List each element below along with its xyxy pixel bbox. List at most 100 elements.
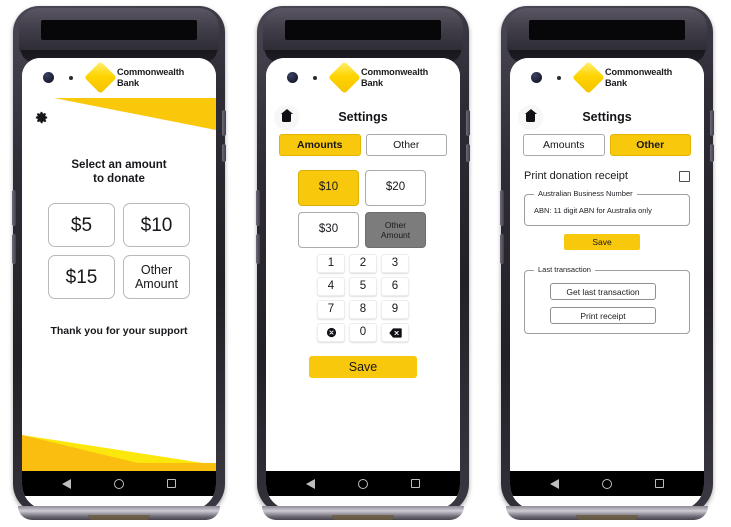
back-icon[interactable] — [549, 478, 559, 489]
amount-button-other[interactable]: Other Amount — [123, 255, 190, 299]
key-9[interactable]: 9 — [381, 300, 409, 319]
bank-logo: Commonwealth Bank — [84, 61, 185, 94]
key-3[interactable]: 3 — [381, 254, 409, 273]
home-icon[interactable] — [357, 478, 368, 489]
sensor-icon — [313, 76, 317, 80]
power-button[interactable] — [710, 110, 714, 136]
status-bar: Commonwealth Bank — [266, 58, 460, 98]
cba-diamond-icon — [328, 61, 361, 94]
backspace-icon — [388, 327, 402, 338]
preset-amount-10[interactable]: $10 — [298, 170, 359, 206]
print-receipt-label: Print donation receipt — [524, 170, 628, 182]
volume-up-button[interactable] — [256, 190, 260, 226]
preset-amount-other[interactable]: Other Amount — [365, 212, 426, 248]
key-clear[interactable] — [317, 323, 345, 342]
save-button[interactable]: Save — [309, 356, 417, 378]
thank-you-message: Thank you for your support — [50, 325, 188, 337]
home-button[interactable] — [518, 105, 543, 130]
key-2[interactable]: 2 — [349, 254, 377, 273]
get-last-transaction-button[interactable]: Get last transaction — [550, 283, 656, 300]
device-face: Commonwealth Bank Settings Amounts Other… — [266, 58, 460, 510]
sensor-icon — [69, 76, 73, 80]
home-icon[interactable] — [113, 478, 124, 489]
abn-legend: Australian Business Number — [534, 189, 637, 198]
amount-button-5[interactable]: $5 — [48, 203, 115, 247]
print-receipt-button[interactable]: Print receipt — [550, 307, 656, 324]
back-icon[interactable] — [305, 478, 315, 489]
tab-amounts[interactable]: Amounts — [523, 134, 605, 156]
volume-up-button[interactable] — [12, 190, 16, 226]
save-button[interactable]: Save — [564, 234, 640, 250]
tab-amounts[interactable]: Amounts — [279, 134, 361, 156]
home-button[interactable] — [274, 105, 299, 130]
key-7[interactable]: 7 — [317, 300, 345, 319]
key-8[interactable]: 8 — [349, 300, 377, 319]
key-5[interactable]: 5 — [349, 277, 377, 296]
side-button[interactable] — [466, 144, 470, 162]
cba-diamond-icon — [84, 61, 117, 94]
decorative-wave-bottom — [22, 435, 216, 471]
volume-down-button[interactable] — [500, 234, 504, 264]
volume-up-button[interactable] — [500, 190, 504, 226]
device-face: Commonwealth Bank Select an amount to do… — [22, 58, 216, 510]
amount-button-10[interactable]: $10 — [123, 203, 190, 247]
status-bar: Commonwealth Bank — [22, 58, 216, 98]
settings-tabs: Amounts Other — [279, 134, 447, 156]
sensor-icon — [557, 76, 561, 80]
tab-other[interactable]: Other — [609, 134, 691, 156]
card-reader-slot — [41, 20, 197, 40]
screen-donate: Select an amount to donate $5 $10 $15 Ot… — [22, 98, 216, 471]
key-0[interactable]: 0 — [349, 323, 377, 342]
back-icon[interactable] — [61, 478, 71, 489]
bank-name: Commonwealth Bank — [361, 67, 429, 88]
tab-other[interactable]: Other — [365, 134, 447, 156]
card-reader-slot — [529, 20, 685, 40]
print-receipt-row: Print donation receipt — [524, 170, 690, 182]
settings-tabs: Amounts Other — [523, 134, 691, 156]
card-reader-head — [263, 8, 463, 54]
payment-terminal-1: Commonwealth Bank Select an amount to do… — [12, 6, 226, 522]
recent-apps-icon[interactable] — [411, 479, 421, 488]
page-title: Select an amount to donate — [71, 159, 167, 185]
amount-button-15[interactable]: $15 — [48, 255, 115, 299]
camera-icon — [531, 72, 542, 83]
preset-amount-20[interactable]: $20 — [365, 170, 426, 206]
card-reader-slot — [285, 20, 441, 40]
bank-name: Commonwealth Bank — [605, 67, 673, 88]
side-button[interactable] — [710, 144, 714, 162]
key-backspace[interactable] — [381, 323, 409, 342]
device-bottom-rim — [506, 506, 708, 520]
recent-apps-icon[interactable] — [167, 479, 177, 488]
power-button[interactable] — [222, 110, 226, 136]
device-bottom-rim — [262, 506, 464, 520]
gear-icon[interactable] — [34, 110, 49, 125]
recent-apps-icon[interactable] — [655, 479, 665, 488]
home-icon — [280, 108, 293, 122]
key-4[interactable]: 4 — [317, 277, 345, 296]
abn-fieldset: Australian Business Number ABN: 11 digit… — [524, 189, 690, 226]
power-button[interactable] — [466, 110, 470, 136]
camera-icon — [43, 72, 54, 83]
decorative-wave-top — [54, 98, 216, 130]
home-icon — [524, 108, 537, 122]
preset-amount-30[interactable]: $30 — [298, 212, 359, 248]
device-face: Commonwealth Bank Settings Amounts Other… — [510, 58, 704, 510]
preset-amount-grid: $10 $20 $30 Other Amount — [298, 170, 426, 248]
bank-logo: Commonwealth Bank — [328, 61, 429, 94]
home-icon[interactable] — [601, 478, 612, 489]
clear-icon — [326, 327, 336, 338]
screen-settings-other: Settings Amounts Other Print donation re… — [510, 98, 704, 471]
key-6[interactable]: 6 — [381, 277, 409, 296]
print-receipt-checkbox[interactable] — [679, 170, 690, 182]
side-button[interactable] — [222, 144, 226, 162]
volume-down-button[interactable] — [256, 234, 260, 264]
donation-amount-grid: $5 $10 $15 Other Amount — [48, 203, 190, 299]
bank-name: Commonwealth Bank — [117, 67, 185, 88]
screen-settings-amounts: Settings Amounts Other $10 $20 $30 Other… — [266, 98, 460, 471]
abn-input[interactable]: ABN: 11 digit ABN for Australia only — [534, 206, 652, 215]
key-1[interactable]: 1 — [317, 254, 345, 273]
status-bar: Commonwealth Bank — [510, 58, 704, 98]
android-nav-bar — [266, 471, 460, 496]
volume-down-button[interactable] — [12, 234, 16, 264]
payment-terminal-2: Commonwealth Bank Settings Amounts Other… — [256, 6, 470, 522]
